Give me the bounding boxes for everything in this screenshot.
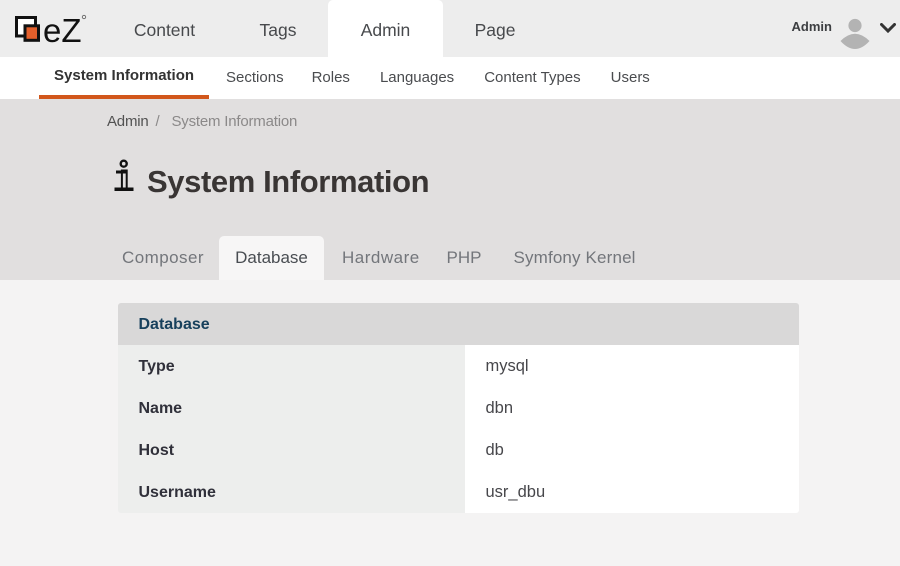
svg-text:eZ: eZ — [43, 12, 82, 47]
